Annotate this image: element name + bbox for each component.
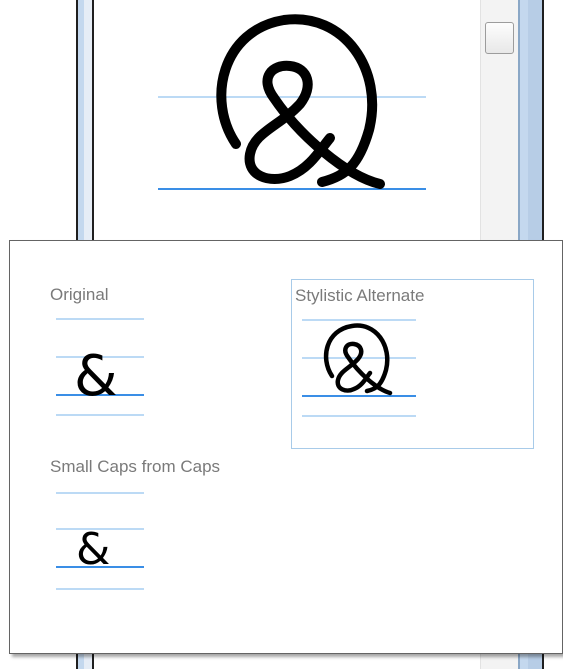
option-small-caps-from-caps[interactable]: Small Caps from Caps & [50, 457, 270, 607]
option-original[interactable]: Original & [50, 285, 200, 425]
glyph-sample: & [56, 318, 144, 416]
screen: Original & Stylistic Alternate Small Cap… [0, 0, 563, 669]
option-stylistic-alternate[interactable]: Stylistic Alternate [291, 279, 534, 449]
large-glyph-preview [158, 14, 426, 190]
glyph-sample: & [56, 492, 144, 590]
alternate-ampersand-glyph [323, 323, 393, 396]
typography-options-popup: Original & Stylistic Alternate Small Cap… [9, 240, 563, 654]
alternate-ampersand-glyph [216, 14, 385, 189]
ampersand-glyph: & [74, 344, 118, 409]
option-label: Original [50, 285, 109, 304]
scrollbar-thumb[interactable] [485, 22, 514, 54]
option-label: Stylistic Alternate [295, 286, 425, 305]
option-label: Small Caps from Caps [50, 457, 221, 476]
ampersand-glyph: & [76, 524, 110, 575]
glyph-sample [302, 319, 416, 417]
